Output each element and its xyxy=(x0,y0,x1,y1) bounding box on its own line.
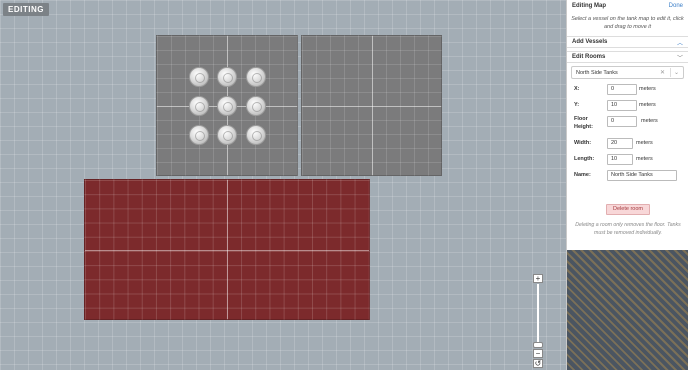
vessel-tank[interactable] xyxy=(189,96,209,116)
floor-height-input[interactable]: 0 xyxy=(607,116,637,127)
room-vessels[interactable] xyxy=(156,35,298,176)
floor-height-label-1: Floor xyxy=(574,116,588,122)
vessel-tank[interactable] xyxy=(217,125,237,145)
x-label: X: xyxy=(574,86,580,92)
y-input[interactable]: 10 xyxy=(607,100,637,111)
x-unit: meters xyxy=(639,86,656,92)
editing-map-panel: Editing Map Done Select a vessel on the … xyxy=(566,0,688,250)
vessel-tank[interactable] xyxy=(217,96,237,116)
zoom-in-button[interactable]: + xyxy=(533,274,543,283)
panel-background-pattern xyxy=(566,250,688,370)
editing-mode-badge: EDITING xyxy=(3,3,49,16)
x-input[interactable]: 0 xyxy=(607,84,637,95)
room-select-value: North Side Tanks xyxy=(576,69,618,76)
panel-title: Editing Map xyxy=(572,3,606,9)
select-divider xyxy=(669,68,671,77)
add-vessels-section[interactable]: Add Vessels ︿ xyxy=(567,36,688,48)
length-input[interactable]: 10 xyxy=(607,154,633,165)
chevron-up-icon: ︿ xyxy=(676,40,683,47)
edit-rooms-label: Edit Rooms xyxy=(572,54,606,60)
width-unit: meters xyxy=(636,140,653,146)
clear-icon[interactable]: ✕ xyxy=(658,69,667,76)
vessel-tank[interactable] xyxy=(189,67,209,87)
add-vessels-label: Add Vessels xyxy=(572,39,608,45)
chevron-down-icon: ﹀ xyxy=(676,55,683,62)
length-unit: meters xyxy=(636,156,653,162)
dropdown-arrow-icon[interactable]: ⌄ xyxy=(674,69,679,76)
zoom-out-button[interactable]: − xyxy=(533,349,543,358)
edit-rooms-section[interactable]: Edit Rooms ﹀ xyxy=(567,51,688,63)
done-button[interactable]: Done xyxy=(669,3,683,9)
zoom-slider-handle[interactable] xyxy=(533,342,543,348)
panel-hint: Select a vessel on the tank map to edit … xyxy=(571,16,684,30)
room-select[interactable]: North Side Tanks ✕ ⌄ xyxy=(571,66,684,79)
name-input[interactable]: North Side Tanks xyxy=(607,170,677,181)
panel-header: Editing Map Done xyxy=(567,0,688,12)
width-input[interactable]: 20 xyxy=(607,138,633,149)
delete-room-note: Deleting a room only removes the floor. … xyxy=(575,222,681,236)
zoom-reset-button[interactable]: ↺ xyxy=(533,359,543,368)
y-label: Y: xyxy=(574,102,580,108)
vessel-tank[interactable] xyxy=(246,96,266,116)
length-label: Length: xyxy=(574,156,595,162)
name-label: Name: xyxy=(574,172,591,178)
tank-map-canvas[interactable]: EDITING + − ↺ xyxy=(0,0,566,370)
vessel-tank[interactable] xyxy=(217,67,237,87)
vessel-tank[interactable] xyxy=(246,67,266,87)
zoom-control: + − ↺ xyxy=(533,274,543,368)
room-grid-line xyxy=(227,180,228,319)
vessel-tank[interactable] xyxy=(189,125,209,145)
room-north-side-tanks-selected[interactable] xyxy=(84,179,370,320)
room-grid-line xyxy=(372,36,373,175)
room-empty[interactable] xyxy=(301,35,442,176)
delete-room-button[interactable]: Delete room xyxy=(606,204,650,215)
floor-height-unit: meters xyxy=(641,118,658,124)
width-label: Width: xyxy=(574,140,592,146)
y-unit: meters xyxy=(639,102,656,108)
floor-height-label-2: Height: xyxy=(574,124,593,130)
vessel-tank[interactable] xyxy=(246,125,266,145)
zoom-slider-track[interactable] xyxy=(537,284,539,342)
